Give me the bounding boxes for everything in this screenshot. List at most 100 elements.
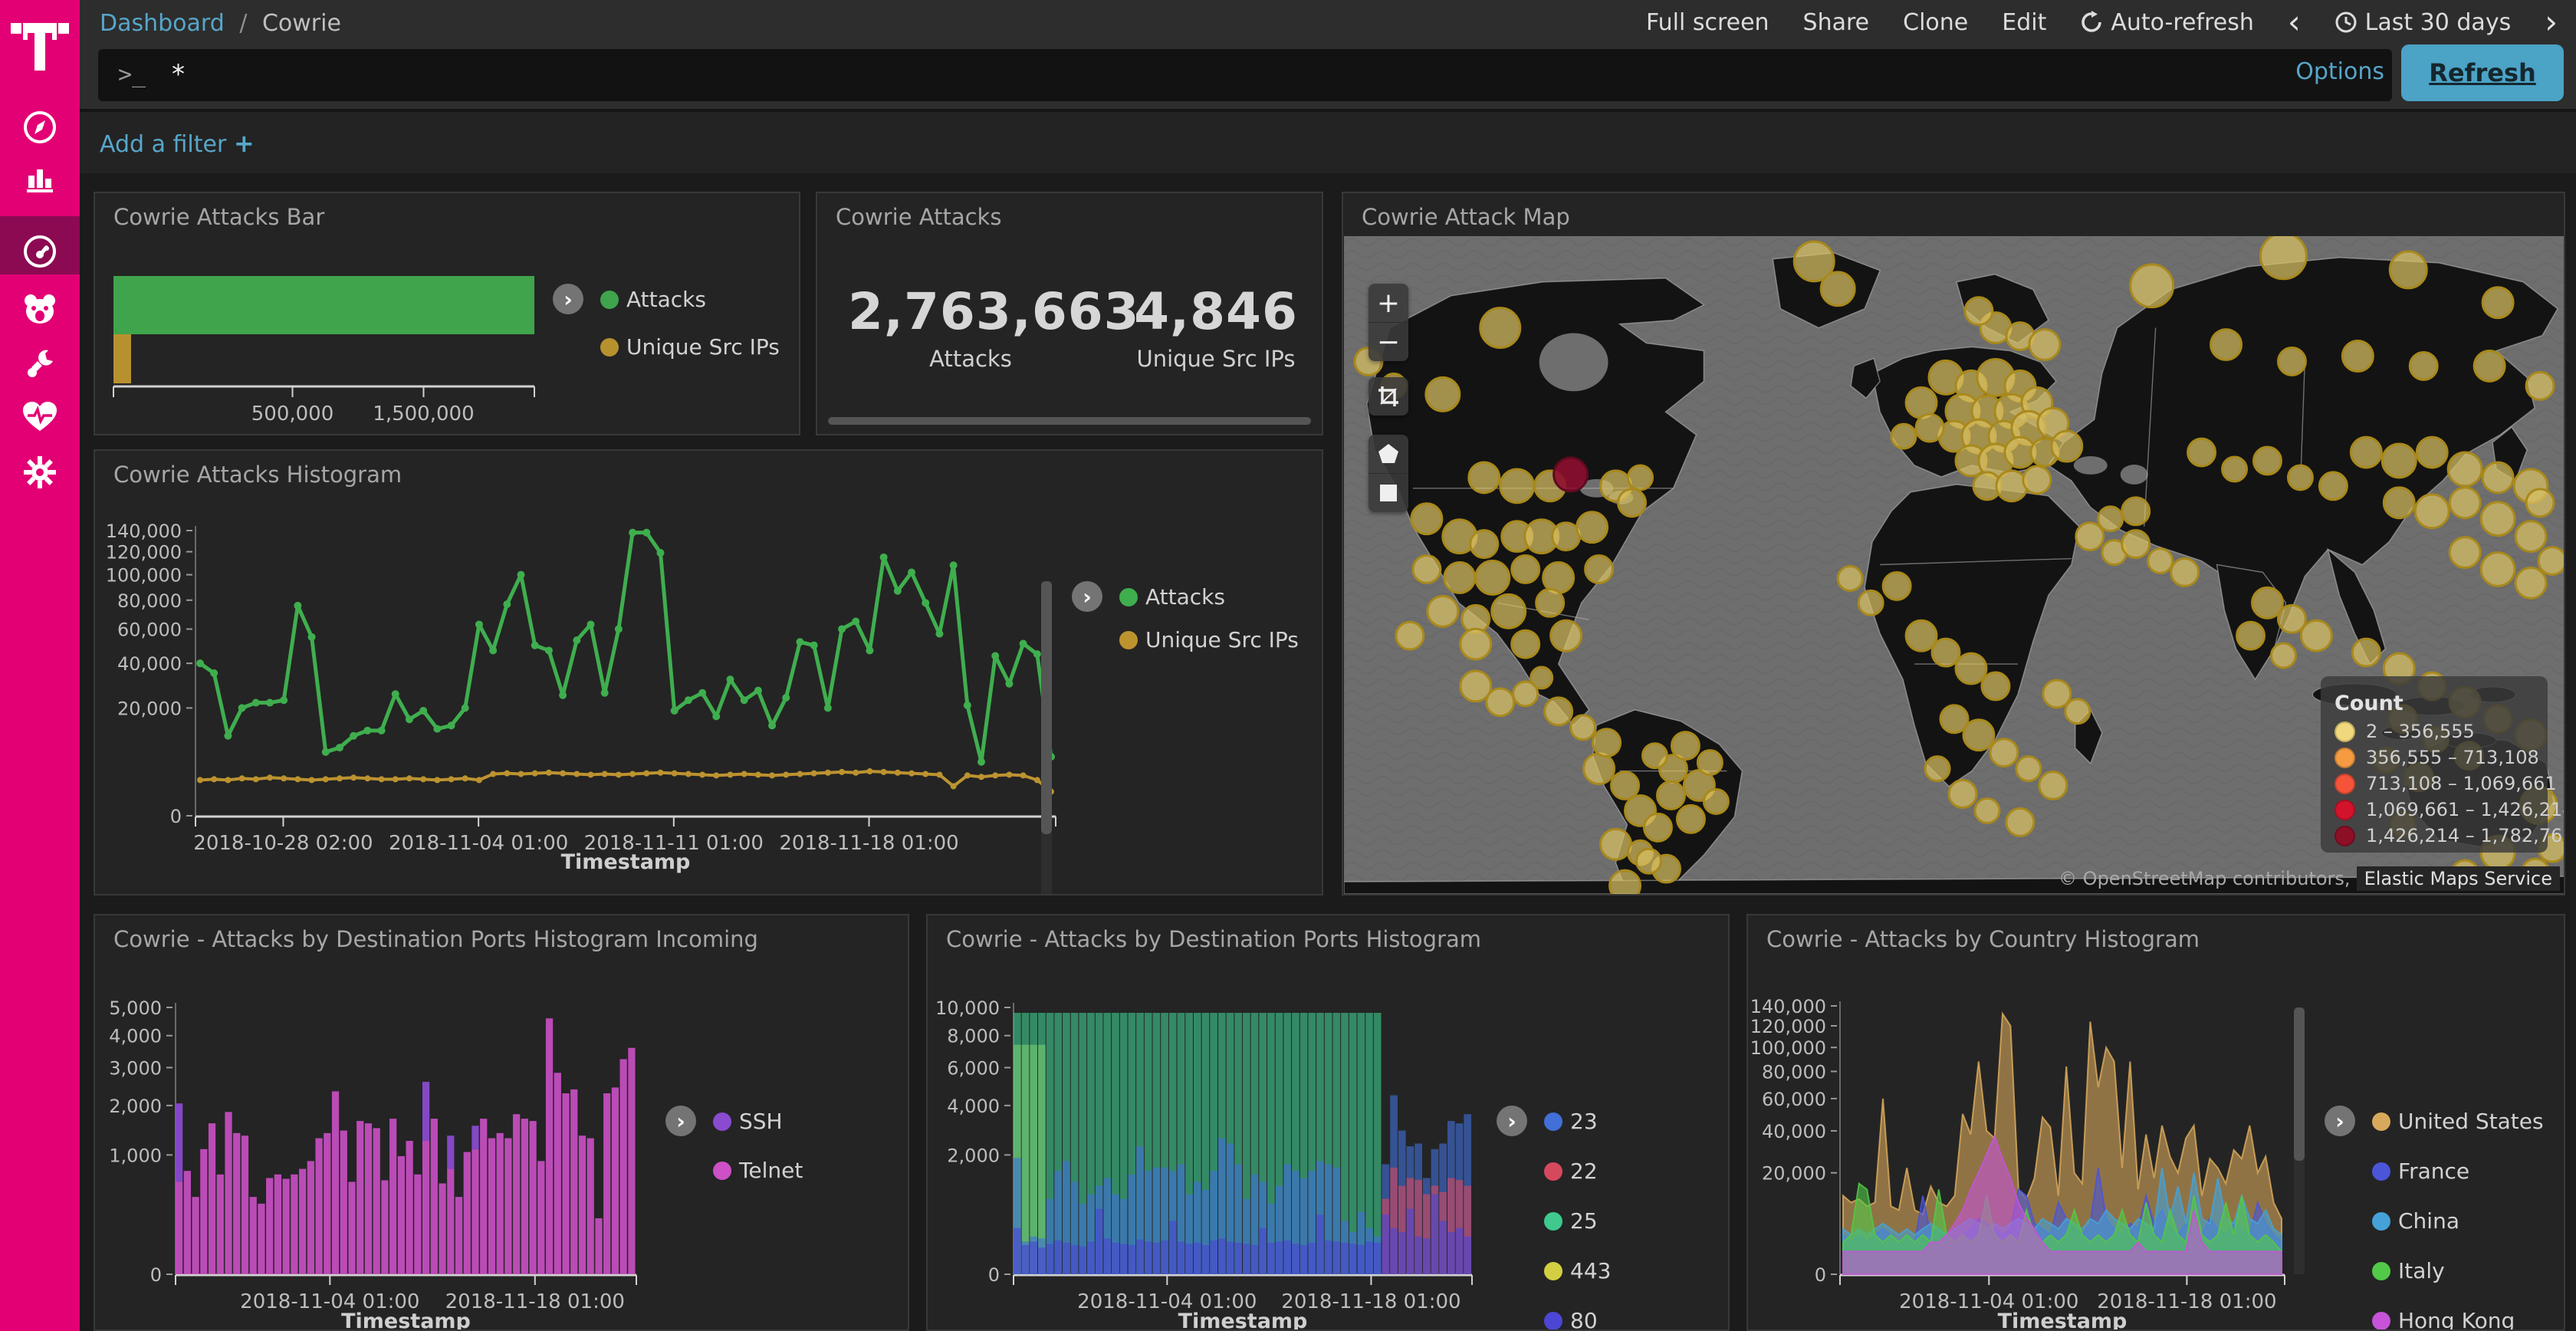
legend-toggle-icon[interactable]: › [553,284,583,314]
attack-bubble[interactable] [1396,622,1424,649]
attack-bubble[interactable] [2254,447,2282,475]
legend-toggle-icon[interactable]: › [1497,1106,1527,1136]
sidebar-item-dashboard[interactable] [0,227,80,276]
attack-bubble[interactable] [2052,431,2082,462]
legend-item[interactable]: Unique Src IPs [1119,627,1299,652]
attack-bubble[interactable] [2076,523,2104,550]
attack-bubble[interactable] [1956,653,1986,684]
attack-bubble[interactable] [2023,466,2051,494]
attack-bubble[interactable] [2515,521,2546,552]
attack-bubble[interactable] [2065,699,2090,724]
attack-bubble[interactable] [2410,352,2437,380]
legend-item[interactable]: Hong Kong [2372,1308,2515,1331]
attack-bubble[interactable] [1618,489,1646,517]
attack-bubble[interactable] [2260,236,2306,279]
breadcrumb-dashboard-link[interactable]: Dashboard [100,10,225,37]
legend-item-label[interactable]: 25 [1570,1208,1598,1234]
zoom-out-button[interactable]: − [1368,322,1408,361]
attack-bubble[interactable] [1551,620,1582,651]
legend-item[interactable]: SSH [713,1109,783,1134]
attack-bubble[interactable] [2122,531,2150,558]
legend-item[interactable]: 80 [1544,1308,1598,1331]
attack-bubble[interactable] [1883,572,1911,600]
attack-bubble[interactable] [2237,622,2265,649]
attack-bubble[interactable] [1975,798,1999,823]
legend-item-label[interactable]: China [2398,1208,2459,1234]
attack-bubble[interactable] [1512,556,1539,583]
share-button[interactable]: Share [1803,9,1870,36]
attack-bubble[interactable] [2538,547,2564,575]
attack-bubble[interactable] [2098,507,2123,531]
legend-item[interactable]: Attacks [1119,584,1225,610]
legend-item[interactable]: 22 [1544,1158,1598,1184]
attack-bubble[interactable] [1932,639,1960,666]
sidebar-item-monitoring[interactable] [0,393,80,442]
sidebar-item-devtools[interactable] [0,339,80,388]
legend-toggle-icon[interactable]: › [665,1106,696,1136]
attack-bubble[interactable] [1584,754,1615,784]
fit-bounds-button[interactable] [1368,377,1408,416]
attack-bubble[interactable] [1821,272,1855,306]
attack-bubble[interactable] [1536,589,1564,616]
auto-refresh-button[interactable]: Auto-refresh [2080,9,2254,36]
sidebar-item-visualize[interactable] [0,153,80,202]
legend-item-label[interactable]: Hong Kong [2398,1308,2515,1331]
legend-item[interactable]: Unique Src IPs [600,334,780,360]
attack-bubble[interactable] [1990,739,2018,767]
attack-bubble[interactable] [1697,751,1722,775]
attack-bubble[interactable] [2188,439,2216,466]
attack-bubble[interactable] [1644,813,1672,841]
legend-item-label[interactable]: 22 [1570,1158,1598,1184]
attack-bubble[interactable] [2342,341,2373,372]
attack-bubble[interactable] [1637,849,1661,873]
attack-bubble[interactable] [2450,537,2480,568]
attack-bubble[interactable] [2131,265,2174,307]
attack-bubble[interactable] [1480,308,1520,348]
attack-bubble[interactable] [2390,251,2426,288]
options-link[interactable]: Options [2295,58,2384,85]
legend-item[interactable]: France [2372,1158,2469,1184]
attack-bubble[interactable] [2481,553,2515,587]
legend-item-label[interactable]: France [2398,1158,2469,1184]
horizontal-scrollbar[interactable] [828,417,1311,425]
attack-bubble[interactable] [1545,698,1572,725]
attack-bubble[interactable] [1982,672,2009,700]
attack-bubble[interactable] [1612,772,1639,800]
time-back-chevron[interactable]: ‹ [2288,6,2301,38]
legend-item-label[interactable]: Unique Src IPs [626,334,780,360]
attack-bubble[interactable] [1657,782,1684,810]
attack-bubble[interactable] [1643,744,1668,768]
attack-bubble[interactable] [2016,757,2041,781]
legend-item-label[interactable]: SSH [739,1109,783,1134]
legend-item-label[interactable]: Attacks [626,287,706,312]
edit-button[interactable]: Edit [2002,9,2046,36]
attack-bubble[interactable] [2171,559,2199,587]
attack-bubble[interactable] [1704,789,1728,813]
attack-bubble[interactable] [1838,566,1862,590]
sidebar-item-management[interactable] [0,448,80,497]
tmobile-logo-icon[interactable] [0,6,80,80]
world-map[interactable]: + − Count 2 – 356,555356,555 – 713,10871… [1344,236,2564,894]
attack-bubble-high[interactable] [1554,458,1588,491]
attack-bubble[interactable] [2278,605,2305,633]
attack-bubble[interactable] [2384,488,2414,518]
attack-bubble[interactable] [2006,808,2034,836]
add-filter-button[interactable]: Add a filter + [100,129,255,158]
attack-bubble[interactable] [2223,457,2247,481]
attack-bubble[interactable] [1469,462,1500,493]
attack-bubble[interactable] [2448,452,2482,486]
legend-item-label[interactable]: 443 [1570,1258,1611,1283]
attack-bubble[interactable] [1916,414,1944,442]
legend-item-label[interactable]: Unique Src IPs [1145,627,1299,652]
legend-item-label[interactable]: United States [2398,1109,2544,1134]
attack-bubble[interactable] [2415,495,2449,528]
clone-button[interactable]: Clone [1903,9,1968,36]
draw-polygon-button[interactable] [1368,435,1408,473]
attack-bubble[interactable] [1444,563,1475,593]
attack-bubble[interactable] [1925,757,1950,781]
attack-bubble[interactable] [2039,772,2067,800]
attack-bubble[interactable] [2481,502,2515,536]
attack-bubble[interactable] [2450,488,2480,518]
draw-rectangle-button[interactable] [1368,473,1408,512]
attack-bubble[interactable] [1512,630,1539,658]
